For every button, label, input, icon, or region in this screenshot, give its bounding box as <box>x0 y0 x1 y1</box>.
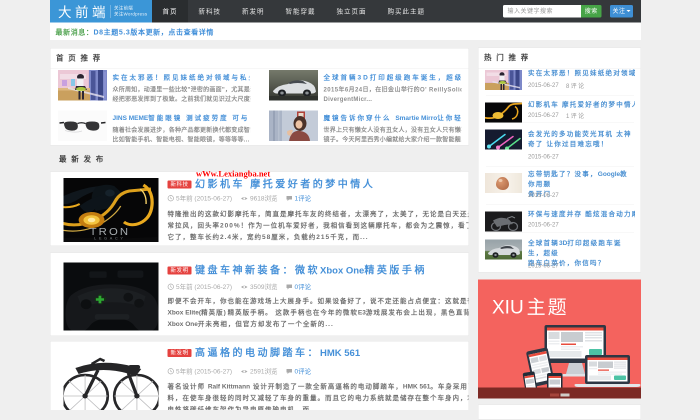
svg-text:LEGACY: LEGACY <box>94 237 125 241</box>
